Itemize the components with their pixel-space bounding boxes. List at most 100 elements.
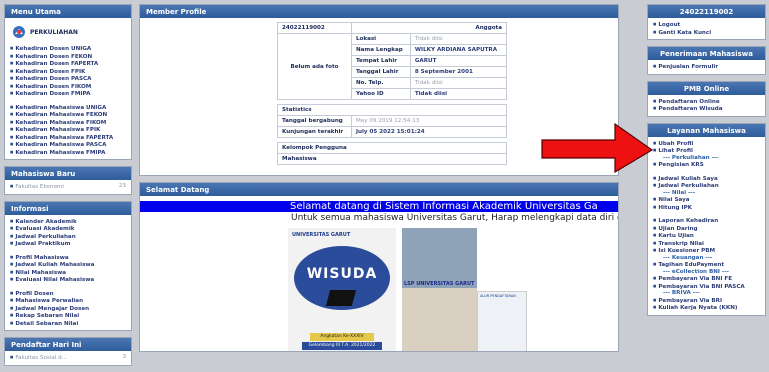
isi-kuesioner-link[interactable]: Isi Kuesioner PBM xyxy=(653,247,760,255)
jadwal-kuliah-mahasiswa-link[interactable]: Jadwal Kuliah Mahasiswa xyxy=(10,261,126,269)
telp-value: Tidak diisi xyxy=(409,77,508,89)
rekap-sebaran-nilai-link[interactable]: Rekap Sebaran Nilai xyxy=(10,312,126,320)
transkrip-nilai-link[interactable]: Transkrip Nilai xyxy=(653,240,760,248)
pendaftar-fakultas-link[interactable]: Fakultas Sosial d... xyxy=(10,354,67,362)
evaluasi-akademik-link[interactable]: Evaluasi Akademik xyxy=(10,225,126,233)
tanggal-lahir-label: Tanggal Lahir xyxy=(350,66,411,78)
red-arrow-annotation-icon xyxy=(541,122,654,173)
user-header: 24022119002 xyxy=(648,5,765,18)
kehadiran-dosen-faperta[interactable]: Kehadiran Dosen FAPERTA xyxy=(10,60,126,68)
pendaftar-header: Pendaftar Hari Ini xyxy=(5,338,131,351)
kehadiran-mhs-fmipa[interactable]: Kehadiran Mahasiswa FMIPA xyxy=(10,149,126,157)
pmb-online-header: PMB Online xyxy=(648,81,765,95)
jadwal-perkuliahan-right-link[interactable]: Jadwal Perkuliahan xyxy=(653,182,760,190)
joined-value: May 09 2019 12:54:13 xyxy=(350,115,508,127)
tagihan-edupayment-link[interactable]: Tagihan EduPayment xyxy=(653,261,760,269)
menu-utama-header: Menu Utama xyxy=(5,5,131,18)
ubah-profil-link[interactable]: Ubah Profil xyxy=(653,140,760,148)
kalender-akademik-link[interactable]: Kalender Akademik xyxy=(10,218,126,226)
pengisian-krs-link[interactable]: Pengisian KRS xyxy=(653,161,760,169)
penerimaan-header: Penerimaan Mahasiswa Baru xyxy=(648,47,765,66)
nilai-mahasiswa-link[interactable]: Nilai Mahasiswa xyxy=(10,269,126,277)
profil-mahasiswa-link[interactable]: Profil Mahasiswa xyxy=(10,254,126,262)
mahasiswa-perwalian-link[interactable]: Mahasiswa Perwalian xyxy=(10,297,126,305)
group-label: Kelompok Pengguna xyxy=(277,142,507,154)
ujian-daring-link[interactable]: Ujian Daring xyxy=(653,225,760,233)
pmb-online-panel: PMB Online Pendaftaran Online Pendaftara… xyxy=(647,80,766,117)
kehadiran-dosen-uniga[interactable]: Kehadiran Dosen UNIGA xyxy=(10,45,126,53)
telp-label: No. Telp. xyxy=(350,77,411,89)
kehadiran-mhs-fpik[interactable]: Kehadiran Mahasiswa FPIK xyxy=(10,126,126,134)
perkuliahan-logo[interactable]: PERKULIAHAN xyxy=(10,21,126,45)
pendaftaran-wisuda-link[interactable]: Pendaftaran Wisuda xyxy=(653,105,760,113)
nilai-saya-link[interactable]: Nilai Saya xyxy=(653,196,760,204)
banner-brand: UNIVERSITAS GARUT xyxy=(292,232,351,238)
user-panel: 24022119002 Logout Ganti Kata Kunci xyxy=(647,4,766,40)
lsp-banner[interactable]: LSP UNIVERSITAS GARUT xyxy=(402,228,477,351)
hitung-ipk-link[interactable]: Hitung IPK xyxy=(653,204,760,212)
alur-card: ALUR PENDAFTARAN xyxy=(477,291,527,351)
profil-dosen-link[interactable]: Profil Dosen xyxy=(10,290,126,298)
yahoo-label: Yahoo ID xyxy=(350,88,411,100)
laporan-kehadiran-link[interactable]: Laporan Kehadiran xyxy=(653,217,760,225)
main-content: Member Profile 24022119002 Anggota Belum … xyxy=(139,4,619,358)
penerimaan-panel: Penerimaan Mahasiswa Baru Penjualan Form… xyxy=(647,46,766,75)
pendaftaran-online-link[interactable]: Pendaftaran Online xyxy=(653,98,760,106)
kehadiran-mhs-fekon[interactable]: Kehadiran Mahasiswa FEKON xyxy=(10,111,126,119)
yahoo-value: Tidak diisi xyxy=(409,88,508,100)
member-id: 24022119002 xyxy=(277,22,352,34)
layanan-mahasiswa-panel: Layanan Mahasiswa Ubah Profil Lihat Prof… xyxy=(647,122,766,316)
mahasiswa-baru-header: Mahasiswa Baru xyxy=(5,167,131,180)
kehadiran-dosen-fmipa[interactable]: Kehadiran Dosen FMIPA xyxy=(10,90,126,98)
lihat-profil-link[interactable]: Lihat Profil xyxy=(653,147,760,155)
layanan-header: Layanan Mahasiswa xyxy=(648,123,765,137)
tempat-lahir-label: Tempat Lahir xyxy=(350,55,411,67)
member-profile-header: Member Profile xyxy=(140,5,618,18)
kehadiran-mhs-pasca[interactable]: Kehadiran Mahasiswa PASCA xyxy=(10,141,126,149)
kkn-link[interactable]: Kuliah Kerja Nyata (KKN) xyxy=(653,304,760,312)
nama-value: WILKY ARDIANA SAPUTRA xyxy=(409,44,508,56)
informasi-header: Informasi xyxy=(5,201,131,215)
alur-caption: ALUR PENDAFTARAN xyxy=(480,294,516,298)
jadwal-perkuliahan-link[interactable]: Jadwal Perkuliahan xyxy=(10,233,126,241)
jadwal-kuliah-saya-link[interactable]: Jadwal Kuliah Saya xyxy=(653,175,760,183)
bayar-bri-link[interactable]: Pembayaran Via BRI xyxy=(653,297,760,305)
pendaftar-count: 3 xyxy=(122,354,126,360)
jadwal-mengajar-dosen-link[interactable]: Jadwal Mengajar Dosen xyxy=(10,305,126,313)
right-sidebar: 24022119002 Logout Ganti Kata Kunci Pene… xyxy=(647,4,766,322)
kehadiran-dosen-pasca[interactable]: Kehadiran Dosen PASCA xyxy=(10,75,126,83)
banner-line2: Gelombang III T.A. 2021/2022 xyxy=(302,342,382,350)
profile-table: 24022119002 Anggota Belum ada foto Lokasi T… xyxy=(277,22,508,165)
wisuda-banner[interactable]: UNIVERSITAS GARUT WISUDA Angkatan Ke-XXX… xyxy=(288,228,396,351)
kehadiran-mhs-faperta[interactable]: Kehadiran Mahasiswa FAPERTA xyxy=(10,134,126,142)
lsp-text: LSP UNIVERSITAS GARUT xyxy=(404,281,475,287)
menu-utama-panel: Menu Utama PERKULIAHAN Kehadiran Dosen U… xyxy=(4,4,132,160)
selamat-datang-header: Selamat Datang xyxy=(140,183,618,196)
kehadiran-mhs-fikom[interactable]: Kehadiran Mahasiswa FIKOM xyxy=(10,119,126,127)
banner-line1: Angkatan Ke-XXXIV xyxy=(310,333,374,341)
left-sidebar: Menu Utama PERKULIAHAN Kehadiran Dosen U… xyxy=(4,4,132,372)
jadwal-praktikum-link[interactable]: Jadwal Praktikum xyxy=(10,240,126,248)
member-role: Anggota xyxy=(350,22,508,34)
logout-link[interactable]: Logout xyxy=(653,21,760,29)
detail-sebaran-nilai-link[interactable]: Detail Sebaran Nilai xyxy=(10,320,126,328)
bayar-bni-pasca-link[interactable]: Pembayaran Via BNI PASCA xyxy=(653,283,760,291)
tempat-lahir-value: GARUT xyxy=(409,55,508,67)
kehadiran-dosen-fekon[interactable]: Kehadiran Dosen FEKON xyxy=(10,53,126,61)
visit-value: July 05 2022 15:01:24 xyxy=(350,126,508,138)
kehadiran-dosen-fikom[interactable]: Kehadiran Dosen FIKOM xyxy=(10,83,126,91)
evaluasi-nilai-mahasiswa-link[interactable]: Evaluasi Nilai Mahasiswa xyxy=(10,276,126,284)
kartu-ujian-link[interactable]: Kartu Ujian xyxy=(653,232,760,240)
lokasi-label: Lokasi xyxy=(350,33,411,45)
fakultas-ekonomi-link[interactable]: Fakultas Ekonomi xyxy=(10,183,64,191)
welcome-marquee: Selamat datang di Sistem Informasi Akade… xyxy=(140,201,618,212)
perkuliahan-label: PERKULIAHAN xyxy=(30,28,78,36)
selamat-datang-panel: Selamat Datang Selamat datang di Sistem … xyxy=(139,182,619,352)
kehadiran-mhs-uniga[interactable]: Kehadiran Mahasiswa UNIGA xyxy=(10,104,126,112)
bayar-bni-fe-link[interactable]: Pembayaran Via BNI FE xyxy=(653,275,760,283)
visit-label: Kunjungan terakhir xyxy=(277,126,352,138)
kehadiran-dosen-fpik[interactable]: Kehadiran Dosen FPIK xyxy=(10,68,126,76)
perkuliahan-icon xyxy=(13,26,25,38)
ganti-kata-kunci-link[interactable]: Ganti Kata Kunci xyxy=(653,29,760,37)
penjualan-formulir-link[interactable]: Penjualan Formulir xyxy=(653,63,760,71)
